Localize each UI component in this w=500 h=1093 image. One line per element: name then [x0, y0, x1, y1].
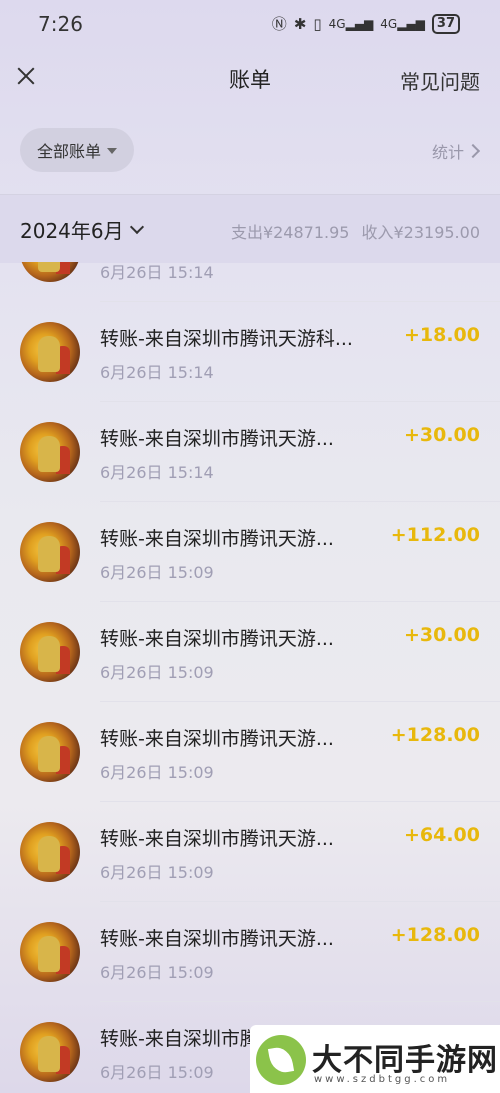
- watermark: 大不同手游网 www.szdbtgg.com: [250, 1025, 500, 1093]
- transaction-title: 转账-来自深圳市腾讯天游...: [100, 528, 334, 550]
- signal-icon: 4G▂▄▆: [328, 16, 374, 31]
- leaf-logo-icon: [256, 1035, 306, 1085]
- status-time: 7:26: [38, 12, 83, 36]
- avatar: [20, 722, 80, 782]
- transaction-time: 6月26日 15:09: [100, 563, 214, 582]
- battery-icon: 37: [431, 13, 460, 34]
- bill-filter-dropdown[interactable]: 全部账单: [20, 128, 134, 172]
- transaction-time: 6月26日 15:14: [100, 263, 214, 282]
- transaction-title: 转账-来自深圳市腾讯天游...: [100, 828, 334, 850]
- transaction-title: 转账-来自深圳市腾讯天游...: [100, 728, 334, 750]
- transaction-amount: +128.00: [390, 924, 480, 946]
- transaction-title: 转账-来自深圳市腾讯天游科...: [100, 328, 353, 350]
- transaction-title: 转账-来自深圳市腾讯天游...: [100, 428, 334, 450]
- avatar: [20, 622, 80, 682]
- month-label: 2024年6月: [20, 219, 124, 243]
- transaction-amount: +128.00: [390, 724, 480, 746]
- transaction-amount: +112.00: [390, 524, 480, 546]
- avatar: [20, 1022, 80, 1082]
- income-total: 收入¥23195.00: [361, 223, 480, 242]
- avatar: [20, 922, 80, 982]
- transaction-time: 6月26日 15:14: [100, 363, 214, 382]
- filter-bar: 全部账单 统计: [0, 126, 500, 174]
- signal-icon-2: 4G▂▄▆: [380, 16, 425, 31]
- list-item[interactable]: 转账-来自深圳市腾讯天游... 6月26日 15:09 +128.00: [0, 902, 500, 1002]
- month-selector[interactable]: 2024年6月: [20, 215, 144, 244]
- status-icons: Ⓝ ✱ ▯ 4G▂▄▆ 4G▂▄▆ 37: [272, 13, 460, 34]
- watermark-url: www.szdbtgg.com: [314, 1074, 451, 1085]
- vibrate-icon: ▯: [313, 14, 322, 33]
- nfc-icon: Ⓝ: [271, 15, 287, 33]
- avatar: [20, 262, 80, 282]
- list-item[interactable]: 转账-来自深圳市腾讯天游... 6月26日 15:09 +112.00: [0, 502, 500, 602]
- stats-link[interactable]: 统计: [431, 139, 481, 163]
- nav-bar: 账单 常见问题: [0, 50, 500, 106]
- list-item[interactable]: 转账-来自深圳市腾讯天游... 6月26日 15:09 +30.00: [0, 602, 500, 702]
- transaction-time: 6月26日 15:09: [100, 1063, 214, 1082]
- avatar: [20, 522, 80, 582]
- list-item[interactable]: 6月26日 15:14: [0, 262, 500, 302]
- transaction-amount: +30.00: [403, 424, 480, 446]
- bluetooth-icon: ✱: [293, 14, 307, 33]
- transaction-amount: +18.00: [403, 324, 480, 346]
- caret-down-icon: [107, 148, 117, 154]
- faq-link[interactable]: 常见问题: [400, 66, 480, 95]
- transaction-amount: +30.00: [403, 624, 480, 646]
- expense-total: 支出¥24871.95: [230, 223, 350, 242]
- bill-filter-label: 全部账单: [36, 142, 101, 161]
- list-item[interactable]: 转账-来自深圳市腾讯天游... 6月26日 15:14 +30.00: [0, 402, 500, 502]
- transaction-title: 转账-来自深圳市腾讯天游...: [100, 628, 334, 650]
- transaction-time: 6月26日 15:14: [100, 463, 214, 482]
- transaction-time: 6月26日 15:09: [100, 863, 214, 882]
- status-bar: 7:26 Ⓝ ✱ ▯ 4G▂▄▆ 4G▂▄▆ 37: [0, 0, 500, 48]
- transaction-time: 6月26日 15:09: [100, 963, 214, 982]
- stats-label: 统计: [431, 143, 464, 162]
- transaction-title: 转账-来自深圳市腾讯天游...: [100, 928, 334, 950]
- transaction-list: 6月26日 15:14 转账-来自深圳市腾讯天游科... 6月26日 15:14…: [0, 262, 500, 1093]
- month-summary: 支出¥24871.95 收入¥23195.00: [231, 219, 480, 243]
- chevron-down-icon: [129, 219, 144, 234]
- list-item[interactable]: 转账-来自深圳市腾讯天游... 6月26日 15:09 +64.00: [0, 802, 500, 902]
- watermark-text: 大不同手游网: [312, 1043, 498, 1078]
- avatar: [20, 422, 80, 482]
- month-header: 2024年6月 支出¥24871.95 收入¥23195.00: [0, 194, 500, 263]
- transaction-time: 6月26日 15:09: [100, 763, 214, 782]
- avatar: [20, 822, 80, 882]
- avatar: [20, 322, 80, 382]
- list-item[interactable]: 转账-来自深圳市腾讯天游科... 6月26日 15:14 +18.00: [0, 302, 500, 402]
- transaction-time: 6月26日 15:09: [100, 663, 214, 682]
- transaction-amount: +64.00: [403, 824, 480, 846]
- chevron-right-icon: [465, 143, 481, 159]
- list-item[interactable]: 转账-来自深圳市腾讯天游... 6月26日 15:09 +128.00: [0, 702, 500, 802]
